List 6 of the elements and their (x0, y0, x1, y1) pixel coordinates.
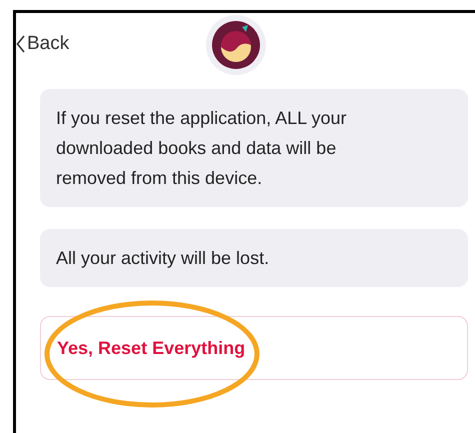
chevron-left-icon (16, 35, 25, 53)
message-bubble: All your activity will be lost. (40, 229, 468, 287)
reset-button[interactable]: Yes, Reset Everything (40, 316, 468, 380)
back-button[interactable]: Back (16, 30, 70, 58)
app-logo-icon (206, 15, 266, 75)
message-bubble: If you reset the application, ALL your downloaded books and data will be removed from this device. (40, 89, 468, 207)
